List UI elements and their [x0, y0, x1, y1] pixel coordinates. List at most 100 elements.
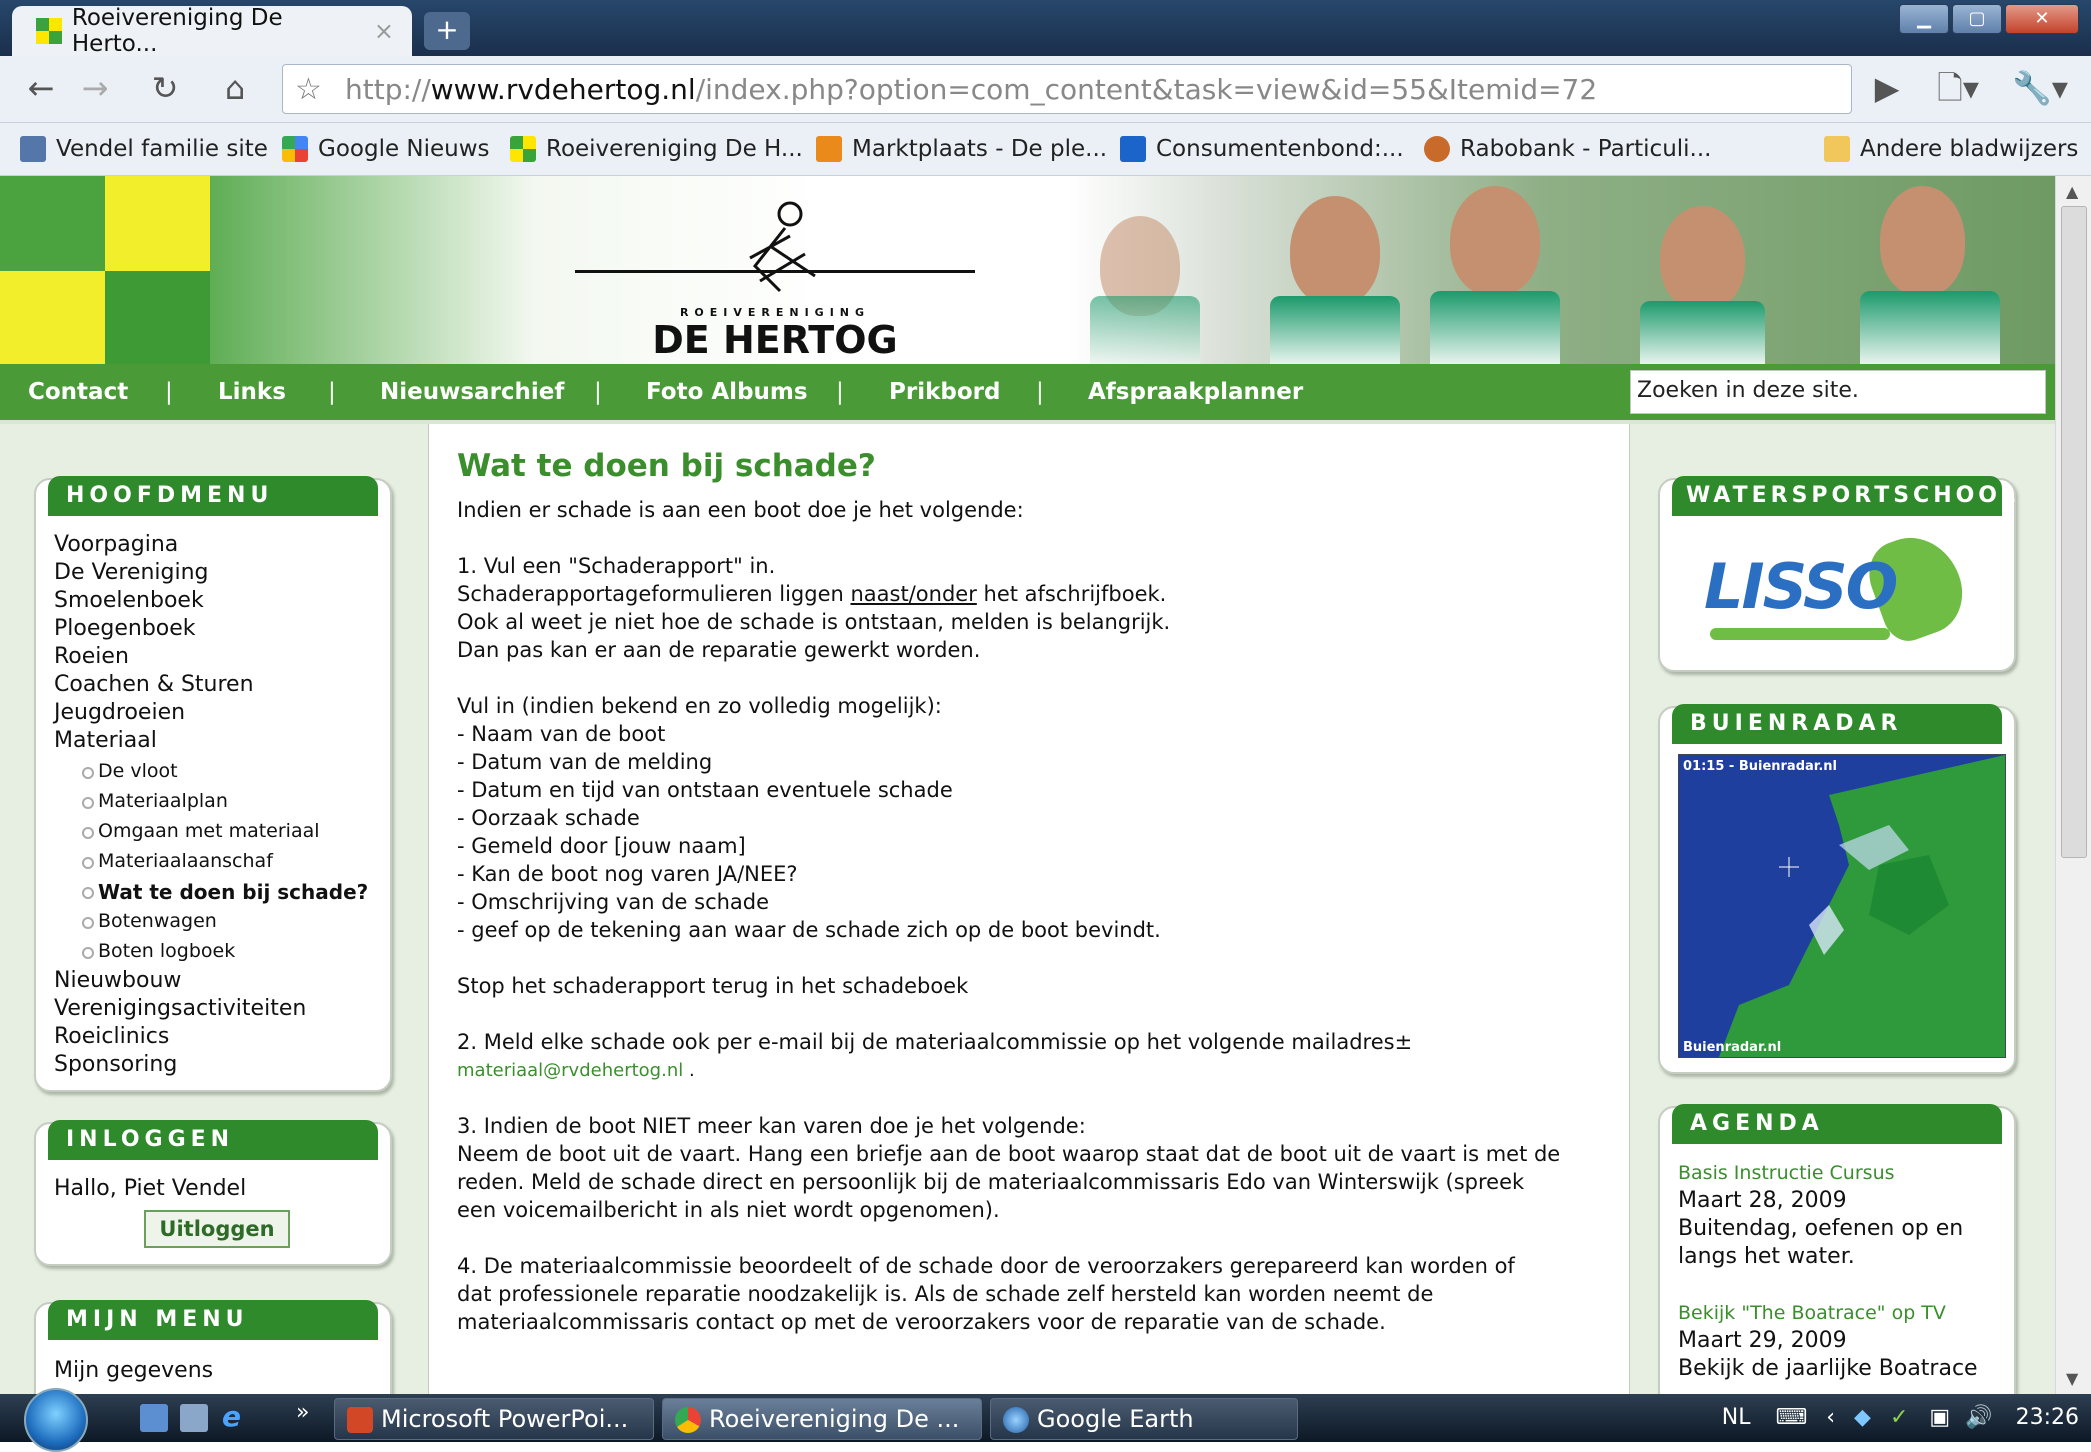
menu-item-verenigingsactiviteiten[interactable]: Verenigingsactiviteiten: [54, 996, 306, 1021]
submenu-item-materiaalplan[interactable]: Materiaalplan: [82, 790, 228, 812]
field-item: - Oorzaak schade: [457, 806, 640, 830]
step3-line: een voicemailbericht in als niet wordt o…: [457, 1198, 1000, 1222]
menu-item-jeugdroeien[interactable]: Jeugdroeien: [54, 700, 185, 725]
security-icon[interactable]: ✓: [1890, 1405, 1908, 1430]
folder-icon: [1824, 136, 1850, 162]
menu-item-mijn-gegevens[interactable]: Mijn gegevens: [54, 1358, 213, 1383]
agenda-event-link[interactable]: Basis Instructie Cursus: [1678, 1162, 1895, 1184]
radar-map-icon: [1719, 755, 2005, 1057]
go-arrow-icon[interactable]: ▶: [1862, 64, 1912, 114]
bookmark-item[interactable]: Marktplaats - De ple...: [816, 133, 1107, 165]
volume-icon[interactable]: 🔊: [1965, 1405, 1992, 1430]
bookmark-item[interactable]: Google Nieuws: [282, 133, 490, 165]
address-bar[interactable]: ☆ http://www.rvdehertog.nl/index.php?opt…: [282, 64, 1852, 114]
submenu-item-botenwagen[interactable]: Botenwagen: [82, 910, 217, 932]
keyboard-icon[interactable]: ⌨: [1775, 1405, 1807, 1430]
submenu-item-wat-te-doen-bij-schade[interactable]: Wat te doen bij schade?: [82, 880, 368, 904]
quicklaunch-chevron-icon[interactable]: »: [296, 1400, 309, 1425]
site-nav: Contact | Links | Nieuwsarchief | Foto A…: [0, 364, 2055, 424]
scrollbar-thumb[interactable]: [2061, 206, 2087, 858]
buienradar-box: BUIENRADAR 01:15 - Buienradar.nl Buienra…: [1658, 704, 2016, 1074]
nav-afspraakplanner[interactable]: Afspraakplanner: [1088, 364, 1303, 420]
page-menu-icon[interactable]: 🗋▾: [1928, 64, 1988, 114]
close-window-button[interactable]: ✕: [2005, 4, 2079, 34]
bookmark-item[interactable]: Consumentenbond:...: [1120, 133, 1404, 165]
clock[interactable]: 23:26: [2016, 1405, 2079, 1430]
site-logo[interactable]: ROEIVERENIGING DE HERTOG: [575, 196, 975, 362]
nav-nieuwsarchief[interactable]: Nieuwsarchief: [380, 364, 564, 420]
scroll-up-icon[interactable]: ▲: [2066, 182, 2078, 201]
submenu-label: Omgaan met materiaal: [98, 820, 320, 842]
windows-taskbar: e » Microsoft PowerPoi... Roeivereniging…: [0, 1388, 2091, 1452]
menu-item-voorpagina[interactable]: Voorpagina: [54, 532, 178, 557]
switch-windows-icon[interactable]: [180, 1404, 208, 1432]
submenu-item-de-vloot[interactable]: De vloot: [82, 760, 178, 782]
internet-explorer-icon[interactable]: e: [222, 1402, 252, 1432]
network-icon[interactable]: ◆: [1854, 1405, 1871, 1430]
new-tab-button[interactable]: +: [424, 12, 470, 50]
tray-expand-icon[interactable]: ‹: [1826, 1405, 1835, 1430]
logout-button[interactable]: Uitloggen: [144, 1210, 290, 1248]
wrench-menu-icon[interactable]: 🔧▾: [2010, 64, 2070, 114]
back-icon[interactable]: ←: [16, 64, 66, 114]
lisso-logo[interactable]: LISSO: [1704, 524, 1975, 648]
task-powerpoint[interactable]: Microsoft PowerPoi...: [334, 1398, 654, 1440]
bookmark-star-icon[interactable]: ☆: [295, 65, 322, 115]
start-button[interactable]: [24, 1388, 88, 1452]
bookmark-item[interactable]: Roeivereniging De H...: [510, 133, 803, 165]
home-icon[interactable]: ⌂: [210, 64, 260, 114]
scroll-down-icon[interactable]: ▼: [2066, 1369, 2078, 1388]
page-scrollbar[interactable]: ▲ ▼: [2055, 176, 2091, 1394]
show-desktop-icon[interactable]: [140, 1404, 168, 1432]
rain-radar-map[interactable]: 01:15 - Buienradar.nl Buienradar.nl: [1678, 754, 2006, 1058]
nav-prikbord[interactable]: Prikbord: [889, 364, 1000, 420]
menu-item-roeiclinics[interactable]: Roeiclinics: [54, 1024, 169, 1049]
agenda-title: AGENDA: [1672, 1104, 2002, 1144]
menu-item-sponsoring[interactable]: Sponsoring: [54, 1052, 177, 1077]
menu-item-de-vereniging[interactable]: De Vereniging: [54, 560, 208, 585]
browser-titlebar: Roeivereniging De Herto... × + ▁ ▢ ✕: [0, 0, 2091, 57]
menu-item-ploegenboek[interactable]: Ploegenboek: [54, 616, 196, 641]
bookmark-item[interactable]: Vendel familie site: [20, 133, 268, 165]
text-span: .: [683, 1060, 695, 1081]
forward-icon[interactable]: →: [70, 64, 120, 114]
menu-item-roeien[interactable]: Roeien: [54, 644, 129, 669]
connection-icon[interactable]: ▣: [1929, 1405, 1950, 1430]
task-google-earth[interactable]: Google Earth: [990, 1398, 1298, 1440]
menu-item-nieuwbouw[interactable]: Nieuwbouw: [54, 968, 181, 993]
other-bookmarks[interactable]: Andere bladwijzers: [1824, 133, 2078, 165]
email-line: materiaal@rvdehertog.nl .: [457, 1060, 695, 1081]
menu-item-smoelenboek[interactable]: Smoelenboek: [54, 588, 204, 613]
chrome-icon: [675, 1407, 701, 1433]
nav-contact[interactable]: Contact: [28, 364, 128, 420]
web-page: ROEIVERENIGING DE HERTOG Contact | Links…: [0, 176, 2055, 1394]
agenda-event-link[interactable]: Bekijk "The Boatrace" op TV: [1678, 1302, 1946, 1324]
nav-foto-albums[interactable]: Foto Albums: [646, 364, 808, 420]
nav-links[interactable]: Links: [218, 364, 286, 420]
tab-roeivereniging[interactable]: Roeivereniging De Herto... ×: [12, 5, 412, 57]
submenu-item-boten-logboek[interactable]: Boten logboek: [82, 940, 235, 962]
language-indicator[interactable]: NL: [1722, 1405, 1751, 1430]
rower-logo-icon: [749, 201, 816, 293]
maximize-button[interactable]: ▢: [1952, 4, 2002, 34]
agenda-event-desc: Buitendag, oefenen op en: [1678, 1216, 1964, 1241]
task-chrome[interactable]: Roeivereniging De ...: [662, 1398, 982, 1440]
email-link[interactable]: materiaal@rvdehertog.nl: [457, 1060, 683, 1081]
bookmark-item[interactable]: Rabobank - Particuli...: [1424, 133, 1711, 165]
submenu-item-materiaalaanschaf[interactable]: Materiaalaanschaf: [82, 850, 273, 872]
tab-close-icon[interactable]: ×: [374, 17, 394, 45]
submenu-item-omgaan-met-materiaal[interactable]: Omgaan met materiaal: [82, 820, 320, 842]
inloggen-title: INLOGGEN: [48, 1120, 378, 1160]
minimize-button[interactable]: ▁: [1899, 4, 1949, 34]
field-item: - Gemeld door [jouw naam]: [457, 834, 746, 858]
bookmark-label: Google Nieuws: [318, 136, 490, 162]
submenu-label: De vloot: [98, 760, 178, 782]
menu-item-coachen-sturen[interactable]: Coachen & Sturen: [54, 672, 254, 697]
menu-item-materiaal[interactable]: Materiaal: [54, 728, 157, 753]
watersportschool-box: WATERSPORTSCHOOL LISSO: [1658, 476, 2016, 672]
window-controls: ▁ ▢ ✕: [1899, 4, 2079, 34]
reload-icon[interactable]: ↻: [140, 64, 190, 114]
agenda-event-date: Maart 29, 2009: [1678, 1328, 1847, 1353]
tab-title: Roeivereniging De Herto...: [71, 5, 283, 57]
site-search-input[interactable]: Zoeken in deze site.: [1630, 370, 2046, 414]
